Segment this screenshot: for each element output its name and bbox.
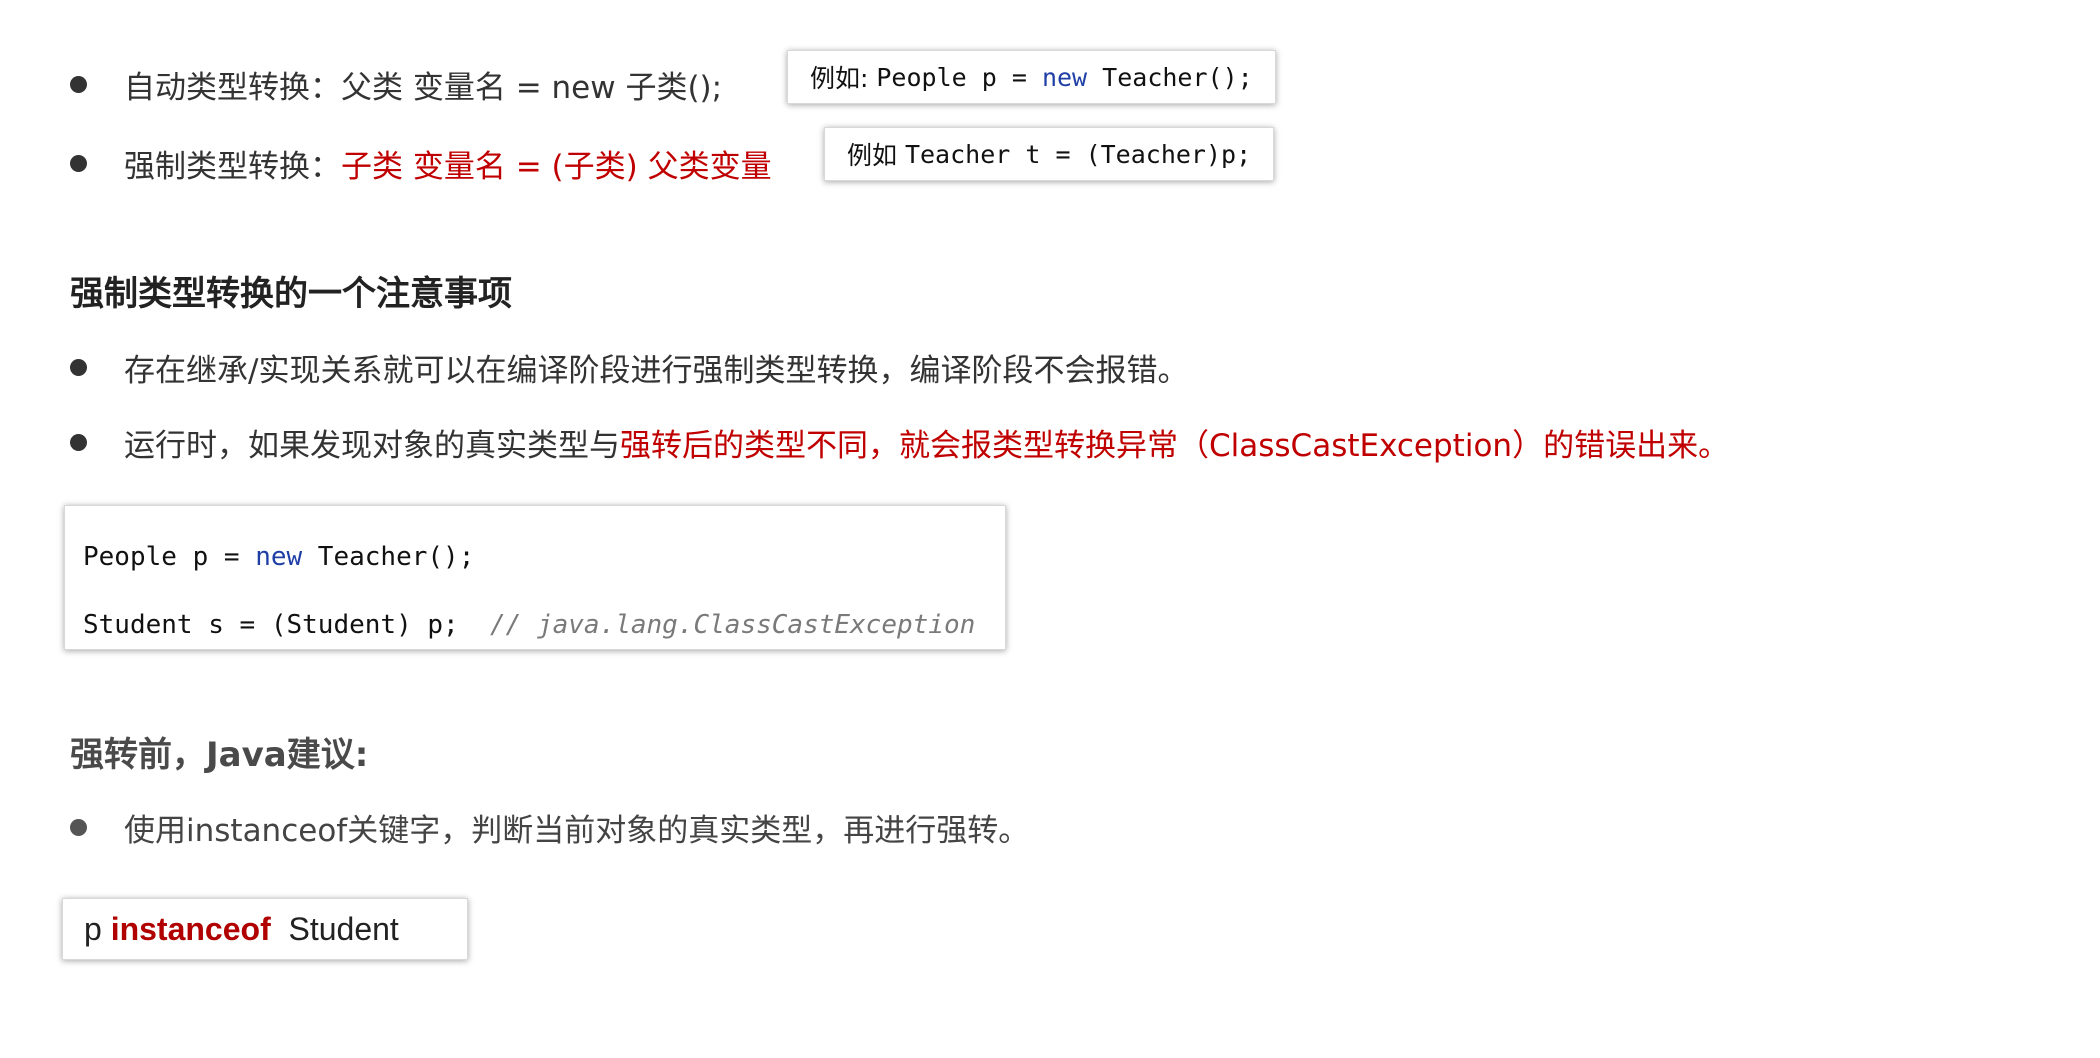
notes-item-1-text: 存在继承/实现关系就可以在编译阶段进行强制类型转换，编译阶段不会报错。 — [124, 353, 1189, 389]
advice-heading: 强转前，Java建议: — [70, 735, 369, 775]
instanceof-type: Student — [270, 910, 399, 947]
bullet-icon — [70, 819, 87, 836]
notes-item-2: 运行时，如果发现对象的真实类型与 强转后的类型不同，就会报类型转换异常（Class… — [70, 420, 1729, 465]
example-prefix: 例如 — [847, 141, 905, 170]
new-keyword: new — [1041, 62, 1088, 92]
code-line-1: People p = new Teacher(); — [83, 540, 474, 574]
auto-conversion-label: 自动类型转换： — [124, 70, 341, 106]
code-example-block: People p = new Teacher(); Student s = (S… — [64, 505, 1006, 650]
auto-conversion-item: 自动类型转换： 父类 变量名 = new 子类(); — [70, 62, 722, 107]
code-comment: // java.lang.ClassCastException — [490, 610, 976, 640]
instanceof-keyword: instanceof — [110, 910, 271, 947]
example-code-pre: People p = — [876, 62, 1042, 92]
bullet-icon — [70, 359, 87, 376]
example-code-post: Teacher(); — [1087, 62, 1253, 92]
auto-conversion-formula: 父类 变量名 = new 子类(); — [341, 70, 723, 106]
example-code: Teacher t = (Teacher)p; — [904, 139, 1252, 169]
notes-heading: 强制类型转换的一个注意事项 — [70, 274, 512, 314]
example-prefix: 例如: — [810, 64, 877, 93]
bullet-icon — [70, 155, 87, 172]
bullet-icon — [70, 76, 87, 93]
code-line-1-pre: People p = — [83, 542, 256, 572]
code-line-1-post: Teacher(); — [302, 542, 475, 572]
notes-item-2-text: 运行时，如果发现对象的真实类型与 — [124, 428, 620, 464]
advice-item: 使用instanceof关键字，判断当前对象的真实类型，再进行强转。 — [70, 805, 1029, 850]
force-conversion-formula: 子类 变量名 = (子类) 父类变量 — [341, 149, 772, 185]
code-line-2: Student s = (Student) p; // java.lang.Cl… — [83, 608, 975, 642]
instanceof-var: p — [84, 910, 111, 947]
force-conversion-label: 强制类型转换： — [124, 149, 341, 185]
advice-item-text: 使用instanceof关键字，判断当前对象的真实类型，再进行强转。 — [124, 813, 1030, 849]
bullet-icon — [70, 434, 87, 451]
new-keyword: new — [255, 542, 303, 572]
instanceof-example: p instanceof Student — [62, 898, 468, 960]
force-conversion-item: 强制类型转换： 子类 变量名 = (子类) 父类变量 — [70, 141, 772, 186]
notes-item-1: 存在继承/实现关系就可以在编译阶段进行强制类型转换，编译阶段不会报错。 — [70, 345, 1188, 390]
notes-item-2-highlight: 强转后的类型不同，就会报类型转换异常（ClassCastException）的错… — [620, 428, 1730, 464]
code-line-2-code: Student s = (Student) p; — [83, 610, 490, 640]
auto-conversion-example: 例如: People p = new Teacher(); — [787, 50, 1276, 104]
force-conversion-example: 例如 Teacher t = (Teacher)p; — [824, 127, 1275, 181]
